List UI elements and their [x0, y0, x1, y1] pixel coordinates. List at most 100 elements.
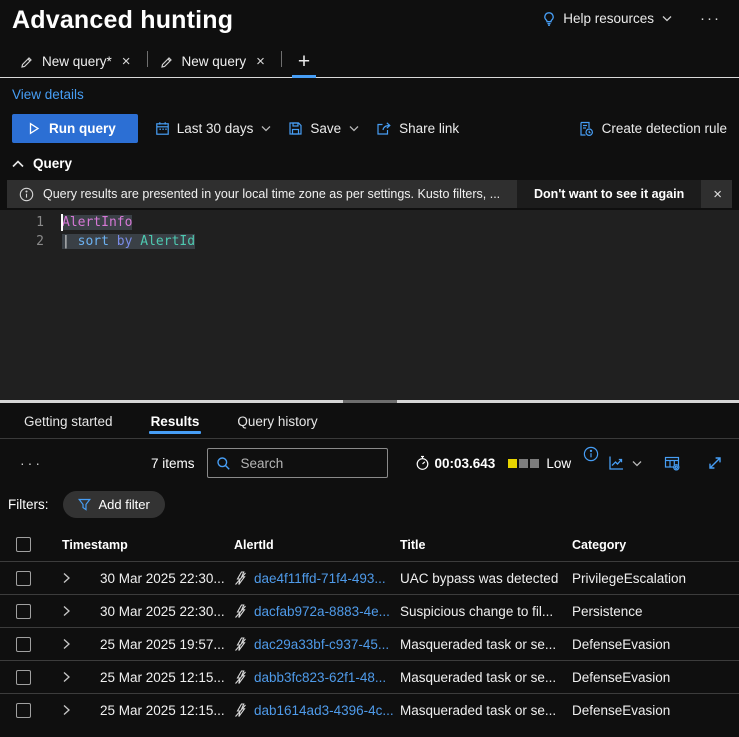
- query-editor[interactable]: 1 AlertInfo 2 | sort by AlertId: [0, 210, 739, 400]
- cell-title: Masqueraded task or se...: [400, 637, 572, 652]
- query-section-toggle[interactable]: Query: [12, 156, 727, 171]
- line-code: | sort by AlertId: [62, 232, 195, 251]
- results-toolbar: ··· 7 items 00:03.643 Low: [0, 439, 739, 487]
- cell-title: Suspicious change to fil...: [400, 604, 572, 619]
- query-tab-label: New query*: [42, 54, 112, 69]
- flash-icon: [234, 637, 247, 652]
- action-bar: Run query Last 30 days Save: [12, 114, 727, 143]
- select-all-checkbox[interactable]: [16, 537, 31, 552]
- line-number: 2: [0, 232, 62, 251]
- share-link-button[interactable]: Share link: [376, 121, 459, 136]
- duration-value: 00:03.643: [435, 456, 496, 471]
- splitter-grip-handle[interactable]: [343, 400, 397, 403]
- filters-label: Filters:: [8, 497, 49, 512]
- header-actions: Help resources ···: [541, 10, 725, 27]
- table-row[interactable]: 25 Mar 2025 19:57... dac29a33bf-c937-45.…: [0, 627, 739, 660]
- search-box[interactable]: [207, 448, 388, 478]
- expand-row-chevron-icon[interactable]: [62, 671, 76, 683]
- row-checkbox[interactable]: [16, 604, 31, 619]
- search-input[interactable]: [239, 455, 359, 472]
- banner-close-icon[interactable]: ×: [701, 186, 732, 203]
- filters-row: Filters: Add filter: [0, 487, 739, 528]
- query-section-label: Query: [33, 156, 72, 171]
- add-filter-button[interactable]: Add filter: [63, 491, 165, 518]
- close-tab-icon[interactable]: ×: [120, 54, 133, 69]
- results-tab-getting-started[interactable]: Getting started: [22, 414, 115, 438]
- column-header-timestamp[interactable]: Timestamp: [62, 538, 234, 552]
- customize-columns-icon[interactable]: [664, 455, 681, 471]
- results-overflow-button[interactable]: ···: [20, 455, 43, 471]
- save-label: Save: [310, 121, 341, 136]
- time-range-dropdown[interactable]: Last 30 days: [155, 121, 272, 136]
- cell-timestamp: 30 Mar 2025 22:30...: [100, 604, 234, 619]
- cell-timestamp: 30 Mar 2025 22:30...: [100, 571, 234, 586]
- column-header-title[interactable]: Title: [400, 538, 572, 552]
- expand-view-icon[interactable]: [707, 455, 723, 471]
- expand-row-chevron-icon[interactable]: [62, 605, 76, 617]
- help-resources-button[interactable]: Help resources: [541, 11, 672, 27]
- query-tab-label: New query: [182, 54, 247, 69]
- editor-line: 2 | sort by AlertId: [0, 232, 739, 251]
- close-tab-icon[interactable]: ×: [254, 54, 267, 69]
- view-details-link[interactable]: View details: [12, 87, 84, 102]
- cell-title: UAC bypass was detected: [400, 571, 572, 586]
- row-checkbox[interactable]: [16, 571, 31, 586]
- banner-message: Query results are presented in your loca…: [43, 187, 517, 201]
- expand-row-chevron-icon[interactable]: [62, 638, 76, 650]
- resource-usage-indicator: [508, 459, 539, 468]
- create-detection-rule-label: Create detection rule: [602, 121, 727, 136]
- table-row[interactable]: 30 Mar 2025 22:30... dae4f11ffd-71f4-493…: [0, 561, 739, 594]
- alert-id-link[interactable]: dabb3fc823-62f1-48...: [254, 670, 386, 685]
- expand-row-chevron-icon[interactable]: [62, 704, 76, 716]
- results-tab-query-history[interactable]: Query history: [235, 414, 319, 438]
- table-row[interactable]: 25 Mar 2025 12:15... dab1614ad3-4396-4c.…: [0, 693, 739, 726]
- page-title: Advanced hunting: [12, 6, 233, 35]
- items-count: 7 items: [151, 456, 195, 471]
- more-options-button[interactable]: ···: [696, 10, 725, 27]
- tab-separator: [281, 51, 282, 67]
- table-row[interactable]: 30 Mar 2025 22:30... dacfab972a-8883-4e.…: [0, 594, 739, 627]
- resource-usage-label: Low: [546, 456, 571, 471]
- usage-square-on: [508, 459, 517, 468]
- usage-square-off: [519, 459, 528, 468]
- results-tab-results[interactable]: Results: [149, 414, 202, 438]
- query-tab[interactable]: New query* ×: [12, 54, 143, 77]
- add-tab-button[interactable]: +: [286, 53, 322, 77]
- expand-row-chevron-icon[interactable]: [62, 572, 76, 584]
- run-query-button[interactable]: Run query: [12, 114, 138, 143]
- chevron-down-icon: [662, 15, 672, 22]
- row-checkbox[interactable]: [16, 637, 31, 652]
- calendar-icon: [155, 121, 170, 136]
- cell-category: PrivilegeEscalation: [572, 571, 739, 586]
- flash-icon: [234, 571, 247, 586]
- help-resources-label: Help resources: [563, 11, 654, 26]
- column-header-category[interactable]: Category: [572, 538, 739, 552]
- table-row[interactable]: 25 Mar 2025 12:15... dabb3fc823-62f1-48.…: [0, 660, 739, 693]
- results-view-icons: [608, 455, 723, 471]
- cell-title: Masqueraded task or se...: [400, 703, 572, 718]
- save-dropdown[interactable]: Save: [288, 121, 359, 136]
- alert-id-link[interactable]: dac29a33bf-c937-45...: [254, 637, 389, 652]
- row-checkbox[interactable]: [16, 670, 31, 685]
- create-detection-rule-button[interactable]: Create detection rule: [578, 121, 727, 137]
- detection-rule-icon: [578, 121, 594, 137]
- query-tab[interactable]: New query ×: [152, 54, 277, 77]
- column-header-alertid[interactable]: AlertId: [234, 538, 400, 552]
- lightbulb-icon: [541, 11, 557, 27]
- cell-timestamp: 25 Mar 2025 19:57...: [100, 637, 234, 652]
- flash-icon: [234, 670, 247, 685]
- cell-category: DefenseEvasion: [572, 670, 739, 685]
- chart-view-dropdown[interactable]: [608, 455, 642, 471]
- cell-category: DefenseEvasion: [572, 703, 739, 718]
- alert-id-link[interactable]: dacfab972a-8883-4e...: [254, 604, 390, 619]
- tab-separator: [147, 51, 148, 67]
- alert-id-link[interactable]: dab1614ad3-4396-4c...: [254, 703, 394, 718]
- text-caret: [61, 214, 63, 231]
- usage-info-icon[interactable]: [583, 446, 599, 462]
- alert-id-link[interactable]: dae4f11ffd-71f4-493...: [254, 571, 386, 586]
- editor-line: 1 AlertInfo: [0, 213, 739, 232]
- chevron-down-icon: [632, 460, 642, 467]
- banner-dismiss-button[interactable]: Don't want to see it again: [517, 180, 701, 208]
- advanced-hunting-page: Advanced hunting Help resources ···: [0, 0, 739, 737]
- row-checkbox[interactable]: [16, 703, 31, 718]
